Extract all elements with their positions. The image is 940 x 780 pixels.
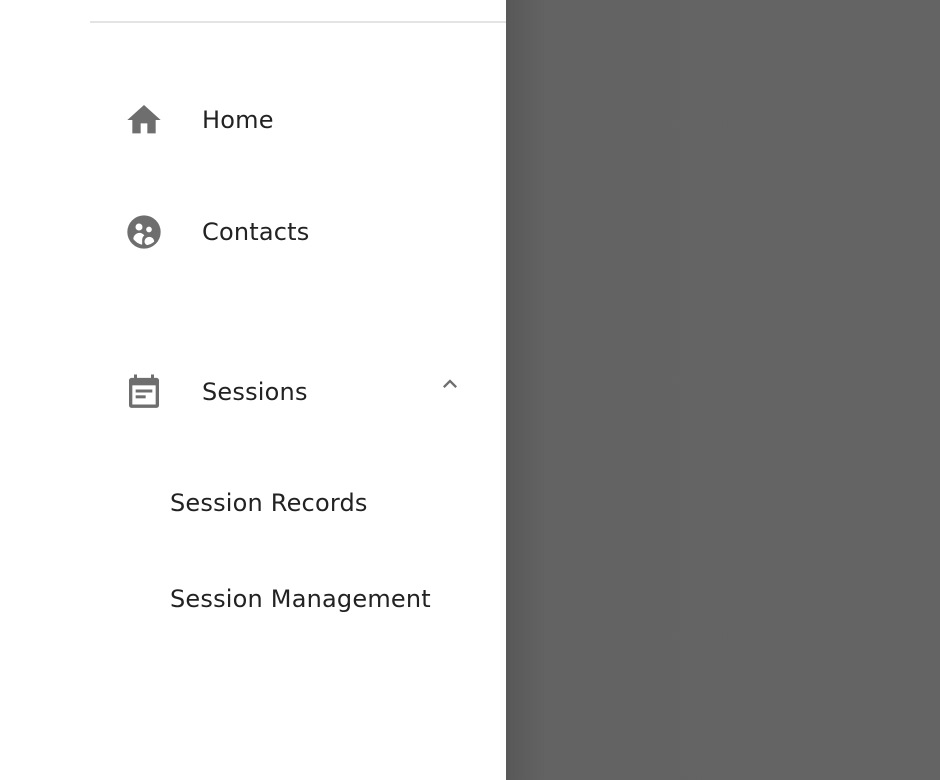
home-icon [110, 84, 182, 156]
nav-item-label: Home [202, 106, 274, 134]
nav-item-contacts[interactable]: Contacts [110, 196, 506, 268]
drawer-scrim-overlay[interactable] [506, 0, 940, 780]
nav-item-sessions[interactable]: Sessions [110, 356, 506, 428]
chevron-up-icon[interactable] [436, 370, 464, 398]
nav-item-label: Sessions [202, 378, 308, 406]
nav-item-home[interactable]: Home [110, 84, 506, 156]
navigation-drawer: Home Contacts Sessions Session Records S… [0, 0, 506, 780]
calendar-icon [110, 356, 182, 428]
nav-item-label: Contacts [202, 218, 310, 246]
sub-item-session-records[interactable]: Session Records [110, 475, 506, 531]
sub-item-label: Session Management [170, 585, 431, 613]
drawer-divider [90, 21, 506, 23]
contacts-icon [110, 196, 182, 268]
sub-item-label: Session Records [170, 489, 368, 517]
sub-item-session-management[interactable]: Session Management [110, 571, 506, 627]
